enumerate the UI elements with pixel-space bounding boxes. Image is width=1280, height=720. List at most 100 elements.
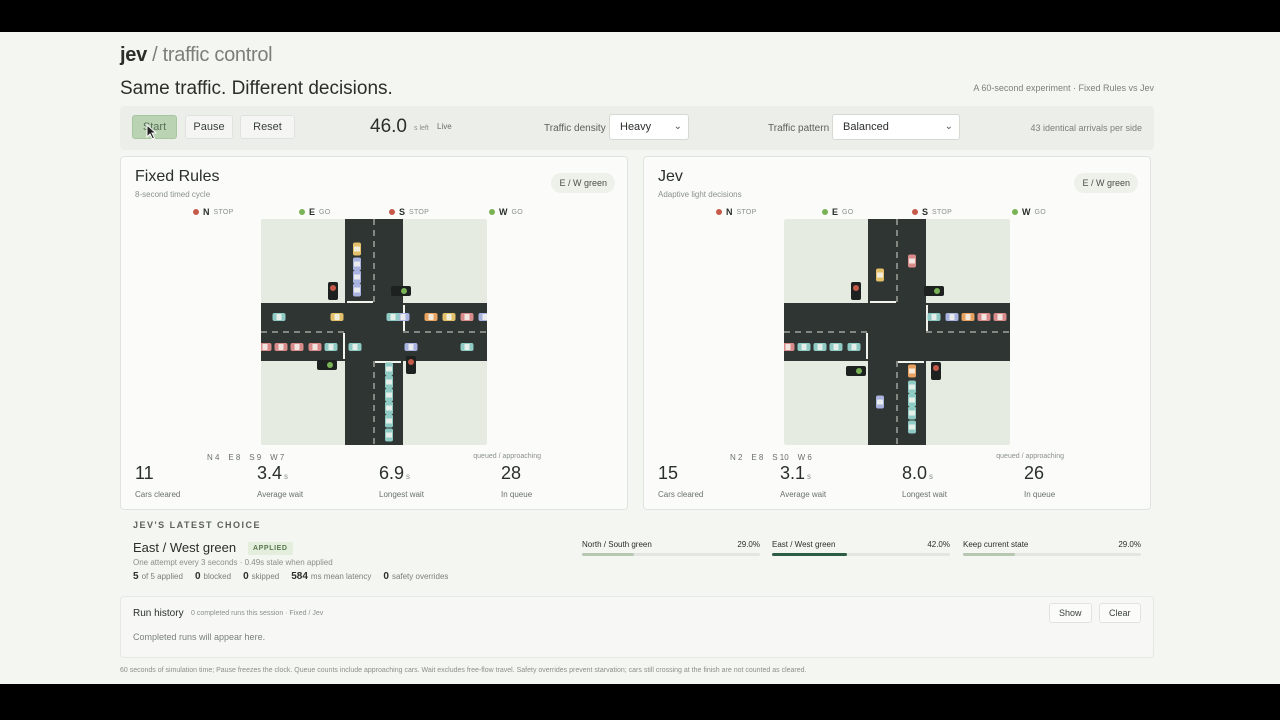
stat-label: Longest wait — [902, 490, 947, 499]
panel-jev: Jev Adaptive light decisions E / W green N S… — [643, 156, 1151, 510]
history-subtitle: 0 completed runs this session · Fixed / … — [191, 610, 324, 617]
choice-stat: 5 of 5 applied — [133, 571, 183, 582]
car-window — [909, 397, 915, 403]
traffic-light-lamp — [330, 285, 336, 291]
signal-w: W GO — [489, 207, 523, 217]
car-window — [400, 314, 406, 320]
arrivals-note: 43 identical arrivals per side — [1030, 123, 1142, 133]
intersection-view — [784, 219, 1010, 445]
car-window — [352, 344, 358, 350]
car-window — [464, 314, 470, 320]
stat-unit: s — [807, 472, 812, 481]
car-window — [909, 384, 915, 390]
car-window — [851, 344, 857, 350]
signal-light-icon — [822, 209, 828, 215]
option-3: Keep current state 29.0% — [963, 540, 1141, 560]
car-window — [931, 314, 937, 320]
run-history: Run history 0 completed runs this sessio… — [120, 596, 1154, 658]
signal-direction: S — [399, 207, 406, 217]
car-window — [877, 272, 883, 278]
choice-stat-value: 584 — [291, 571, 308, 582]
traffic-light-lamp — [856, 368, 862, 374]
option-bar-fill — [772, 553, 847, 556]
choice-stat-label: skipped — [251, 572, 280, 581]
choice-stat-label: blocked — [203, 572, 232, 581]
signal-direction: N — [726, 207, 733, 217]
stat-value: 15 — [658, 463, 679, 483]
car-window — [354, 287, 360, 293]
signal-state: GO — [319, 208, 331, 216]
car-window — [997, 314, 1003, 320]
clear-history-button[interactable]: Clear — [1099, 603, 1141, 623]
stop-line — [347, 301, 373, 303]
signal-state: GO — [511, 208, 523, 216]
car-window — [386, 392, 392, 398]
traffic-light-lamp — [408, 359, 414, 365]
signal-n: N STOP — [193, 207, 234, 217]
option-bar-track — [963, 553, 1141, 556]
signal-direction: E — [832, 207, 839, 217]
stat-label: In queue — [501, 490, 533, 499]
stop-line — [898, 361, 924, 363]
stat-label: Longest wait — [379, 490, 424, 499]
timer-value: 46.0 — [370, 116, 407, 137]
car-window — [482, 314, 487, 320]
traffic-light-lamp — [327, 362, 333, 368]
car-window — [334, 314, 340, 320]
app-content: jev / traffic control Same traffic. Diff… — [120, 32, 1154, 684]
car-window — [328, 344, 334, 350]
signal-s: S STOP — [389, 207, 429, 217]
panel-fixed-rules: Fixed Rules 8-second timed cycle E / W gre… — [120, 156, 628, 510]
reset-button[interactable]: Reset — [240, 115, 295, 139]
car-window — [909, 368, 915, 374]
traffic-light-lamp — [853, 285, 859, 291]
car-window — [909, 258, 915, 264]
signal-direction: W — [499, 207, 508, 217]
car-window — [464, 344, 470, 350]
car-window — [909, 424, 915, 430]
chevron-down-icon: ⌄ — [944, 121, 953, 132]
signal-light-icon — [489, 209, 495, 215]
pattern-select[interactable]: Balanced ⌄ — [832, 114, 960, 140]
car-window — [428, 314, 434, 320]
option-2: East / West green 42.0% — [772, 540, 950, 560]
option-bar-fill — [963, 553, 1015, 556]
choice-stat: 584 ms mean latency — [291, 571, 371, 582]
intersection-view — [261, 219, 487, 445]
stat-value: 6.9 s — [379, 463, 411, 483]
signal-state: GO — [842, 208, 854, 216]
option-label: Keep current state — [963, 540, 1029, 549]
show-history-button[interactable]: Show — [1049, 603, 1092, 623]
queue-counts: N 4 E 8 S 9 W 7 — [207, 453, 285, 462]
density-select[interactable]: Heavy ⌄ — [609, 114, 689, 140]
car-window — [386, 366, 392, 372]
panel-title: Jev — [658, 168, 683, 185]
car-window — [354, 274, 360, 280]
car-window — [294, 344, 300, 350]
choice-subtitle: One attempt every 3 seconds · 0.49s stal… — [133, 558, 333, 567]
phase-badge: E / W green — [1074, 173, 1138, 193]
mouse-cursor-icon — [146, 124, 158, 140]
signal-state: STOP — [932, 208, 953, 216]
car-window — [354, 246, 360, 252]
car-window — [833, 344, 839, 350]
intersection-svg — [261, 219, 487, 445]
option-value: 29.0% — [737, 540, 760, 549]
signal-w: W GO — [1012, 207, 1046, 217]
stat-label: Cars cleared — [135, 490, 181, 499]
car-window — [276, 314, 282, 320]
panel-title: Fixed Rules — [135, 168, 220, 185]
panel-subtitle: 8-second timed cycle — [135, 190, 211, 199]
stat-unit: s — [406, 472, 411, 481]
signal-state: STOP — [736, 208, 757, 216]
car-window — [801, 344, 807, 350]
option-1: North / South green 29.0% — [582, 540, 760, 560]
option-label: East / West green — [772, 540, 836, 549]
page-title: Same traffic. Different decisions. — [120, 78, 393, 99]
car-window — [446, 314, 452, 320]
phase-badge: E / W green — [551, 173, 615, 193]
pause-button[interactable]: Pause — [185, 115, 233, 139]
queued-label: queued / approaching — [996, 453, 1064, 460]
timer-unit: s left — [414, 125, 429, 132]
signal-light-icon — [912, 209, 918, 215]
